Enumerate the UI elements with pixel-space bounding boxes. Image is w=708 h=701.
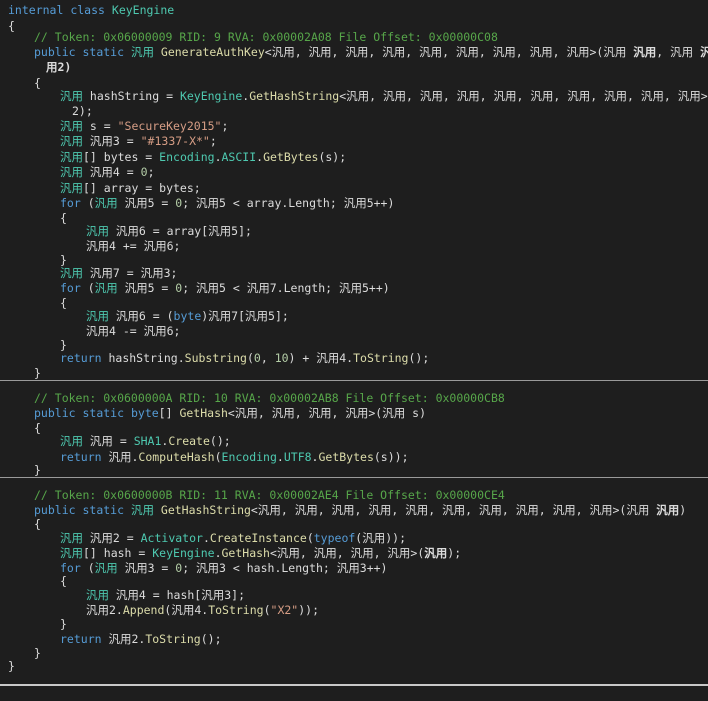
method1-signature-cont: 用2) (46, 60, 72, 74)
code-line[interactable]: 汎用 汎用3 = "#1337-X*"; (60, 134, 217, 149)
method1-close-brace: } (34, 366, 41, 380)
editor-bottom-separator (0, 684, 708, 686)
class-name: KeyEngine (111, 3, 175, 17)
code-line[interactable]: 汎用[] hash = KeyEngine.GetHash<汎用, 汎用, 汎用… (60, 546, 461, 561)
return-statement[interactable]: return 汎用2.ToString(); (60, 632, 222, 647)
method3-open-brace: { (34, 517, 41, 531)
class-declaration[interactable]: internal class KeyEngine (8, 3, 174, 18)
code-line[interactable]: 汎用 汎用 = SHA1.Create(); (60, 434, 231, 449)
for-open-brace: { (60, 211, 67, 225)
for-loop-header[interactable]: for (汎用 汎用3 = 0; 汎用3 < hash.Length; 汎用3+… (60, 561, 387, 576)
for-loop-header[interactable]: for (汎用 汎用5 = 0; 汎用5 < array.Length; 汎用5… (60, 196, 394, 211)
method3-signature[interactable]: public static 汎用 GetHashString<汎用, 汎用, 汎… (34, 503, 686, 518)
code-line[interactable]: 汎用 汎用6 = array[汎用5]; (86, 224, 252, 239)
method2-signature[interactable]: public static byte[] GetHash<汎用, 汎用, 汎用,… (34, 406, 426, 421)
for-close-brace: } (60, 617, 67, 631)
code-editor[interactable]: internal class KeyEngine { // Token: 0x0… (0, 0, 708, 701)
code-line[interactable]: 汎用[] array = bytes; (60, 181, 201, 196)
class-keyword: class (70, 3, 105, 17)
method-separator (0, 477, 708, 478)
method1-signature[interactable]: public static 汎用 GenerateAuthKey<汎用, 汎用,… (34, 45, 708, 60)
code-line[interactable]: 汎用4 += 汎用6; (86, 239, 180, 254)
code-line[interactable]: 汎用 汎用4 = 0; (60, 165, 155, 180)
code-line[interactable]: 汎用 s = "SecureKey2015"; (60, 119, 228, 134)
method3-close-brace: } (34, 646, 41, 660)
code-line[interactable]: 汎用 汎用2 = Activator.CreateInstance(typeof… (60, 531, 406, 546)
class-open-brace: { (8, 19, 15, 33)
method2-open-brace: { (34, 421, 41, 435)
method2-comment: // Token: 0x0600000A RID: 10 RVA: 0x0000… (34, 391, 505, 405)
return-statement[interactable]: return hashString.Substring(0, 10) + 汎用4… (60, 351, 429, 366)
internal-keyword: internal (8, 3, 64, 17)
method2-close-brace: } (34, 463, 41, 477)
code-line[interactable]: 汎用 汎用6 = (byte)汎用7[汎用5]; (86, 309, 289, 324)
code-line[interactable]: 汎用 汎用7 = 汎用3; (60, 266, 177, 281)
return-statement[interactable]: return 汎用.ComputeHash(Encoding.UTF8.GetB… (60, 450, 409, 465)
code-line[interactable]: 汎用 汎用4 = hash[汎用3]; (86, 588, 245, 603)
code-line[interactable]: 汎用4 -= 汎用6; (86, 324, 180, 339)
method-separator (0, 380, 708, 381)
method1-open-brace: { (34, 76, 41, 90)
for-loop-header[interactable]: for (汎用 汎用5 = 0; 汎用5 < 汎用7.Length; 汎用5++… (60, 281, 390, 296)
for-open-brace: { (60, 296, 67, 310)
method3-comment: // Token: 0x0600000B RID: 11 RVA: 0x0000… (34, 488, 505, 502)
code-line[interactable]: 汎用2.Append(汎用4.ToString("X2")); (86, 603, 319, 618)
code-line-cont: 2); (72, 104, 93, 118)
class-close-brace: } (8, 659, 15, 673)
code-line[interactable]: 汎用[] bytes = Encoding.ASCII.GetBytes(s); (60, 150, 346, 165)
method1-comment: // Token: 0x06000009 RID: 9 RVA: 0x00002… (34, 30, 498, 44)
code-line[interactable]: 汎用 hashString = KeyEngine.GetHashString<… (60, 89, 708, 104)
for-open-brace: { (60, 574, 67, 588)
